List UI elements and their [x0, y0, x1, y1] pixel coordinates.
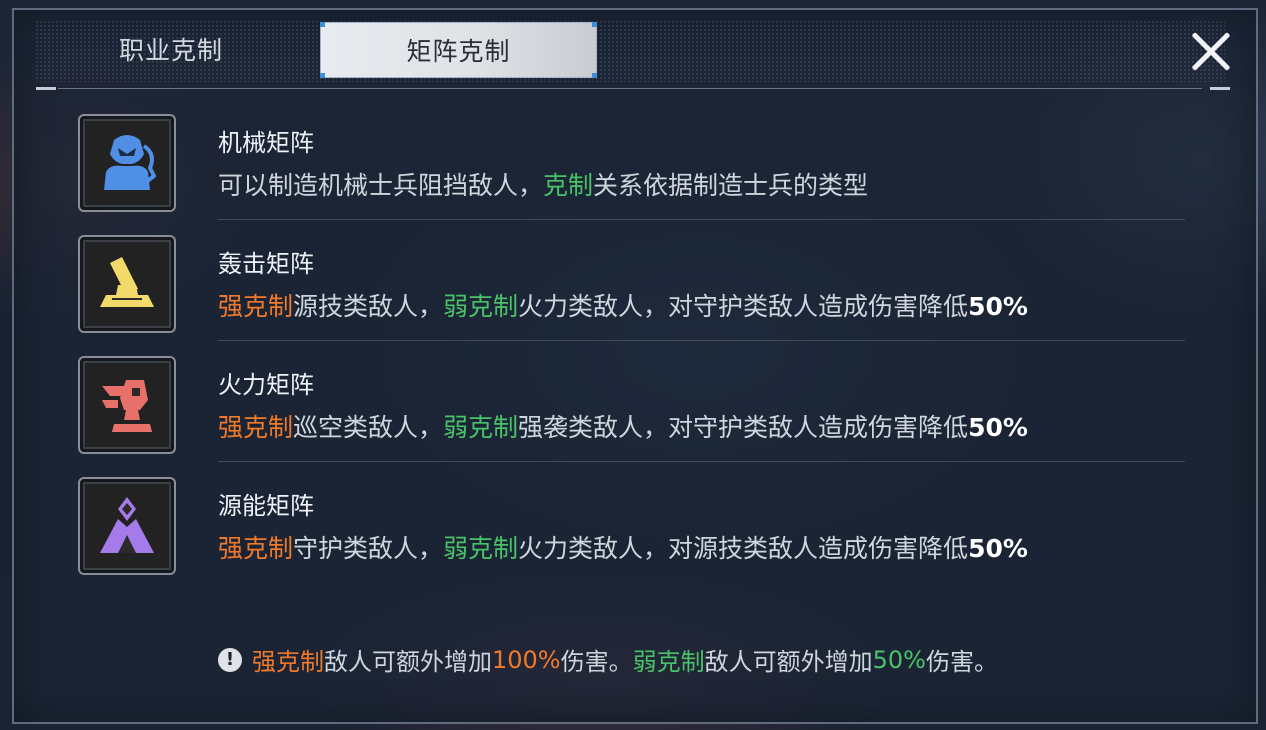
- energy-tent-icon: [78, 477, 176, 575]
- tab-corner-marker: [592, 22, 597, 27]
- tab-corner-marker: [592, 73, 597, 78]
- tab-class-counter[interactable]: 职业克制: [76, 22, 266, 76]
- matrix-description: 强克制源技类敌人，弱克制火力类敌人，对守护类敌人造成伤害降低50%: [218, 292, 1028, 321]
- matrix-description: 强克制巡空类敌人，弱克制强袭类敌人，对守护类敌人造成伤害降低50%: [218, 413, 1028, 442]
- turret-icon: [78, 356, 176, 454]
- matrix-description: 强克制守护类敌人，弱克制火力类敌人，对源技类敌人造成伤害降低50%: [218, 534, 1028, 563]
- tab-matrix-counter-label: 矩阵克制: [406, 37, 511, 66]
- divider-tick: [1210, 87, 1230, 90]
- matrix-title: 源能矩阵: [218, 492, 314, 520]
- warning-icon: !: [218, 647, 242, 672]
- matrix-title: 火力矩阵: [218, 371, 314, 399]
- tab-matrix-counter[interactable]: 矩阵克制: [320, 22, 597, 78]
- matrix-title: 轰击矩阵: [218, 250, 314, 278]
- row-divider: [218, 461, 1185, 462]
- mech-soldier-icon: [78, 114, 176, 212]
- header-divider: [58, 88, 1202, 89]
- counter-note: ! 强克制 敌人可额外增加 100% 伤害。 弱克制 敌人可额外增加 50% 伤害。: [218, 642, 998, 677]
- tab-corner-marker: [320, 73, 325, 78]
- matrix-description: 可以制造机械士兵阻挡敌人，克制关系依据制造士兵的类型: [218, 171, 869, 200]
- divider-tick: [36, 87, 56, 90]
- row-divider: [218, 219, 1185, 220]
- close-icon[interactable]: [1188, 28, 1234, 74]
- tab-corner-marker: [320, 22, 325, 27]
- cannon-icon: [78, 235, 176, 333]
- matrix-counter-panel: [12, 8, 1258, 724]
- row-divider: [218, 340, 1185, 341]
- matrix-title: 机械矩阵: [218, 129, 314, 157]
